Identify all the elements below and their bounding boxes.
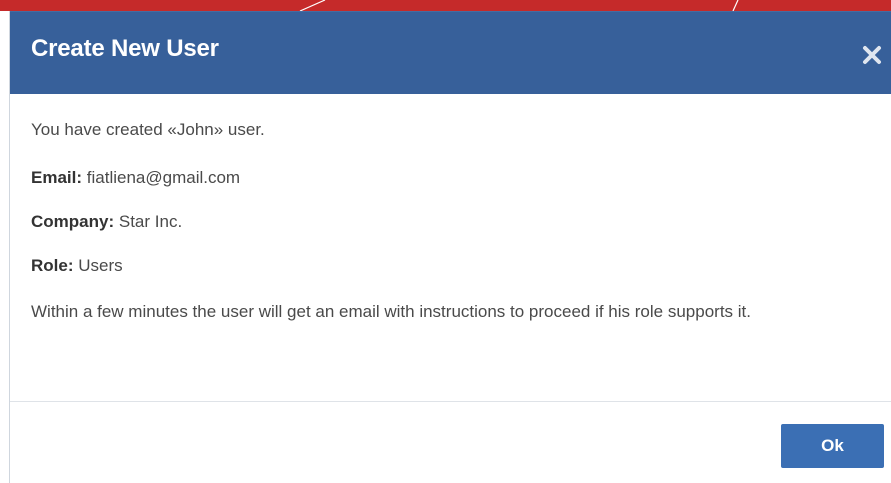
- email-label: Email:: [31, 168, 83, 187]
- info-text: Within a few minutes the user will get a…: [31, 302, 751, 321]
- role-row: Role: Users: [31, 255, 123, 277]
- company-label: Company:: [31, 212, 115, 231]
- company-value: Star Inc.: [118, 212, 183, 231]
- company-row: Company: Star Inc.: [31, 211, 182, 233]
- footer-divider: [10, 401, 891, 402]
- dialog-title: Create New User: [31, 35, 219, 62]
- dialog-header: Create New User: [10, 11, 891, 94]
- create-user-dialog: Create New User You have created «John» …: [9, 11, 891, 483]
- ok-button[interactable]: Ok: [781, 424, 884, 468]
- top-bar-decoration: [299, 0, 739, 11]
- close-button[interactable]: [861, 44, 883, 66]
- role-value: Users: [78, 256, 123, 275]
- close-icon: [863, 46, 881, 64]
- created-message: You have created «John» user.: [31, 120, 265, 139]
- role-label: Role:: [31, 256, 74, 275]
- email-value: fiatliena@gmail.com: [86, 168, 241, 187]
- app-top-bar: [0, 0, 891, 11]
- email-row: Email: fiatliena@gmail.com: [31, 167, 240, 189]
